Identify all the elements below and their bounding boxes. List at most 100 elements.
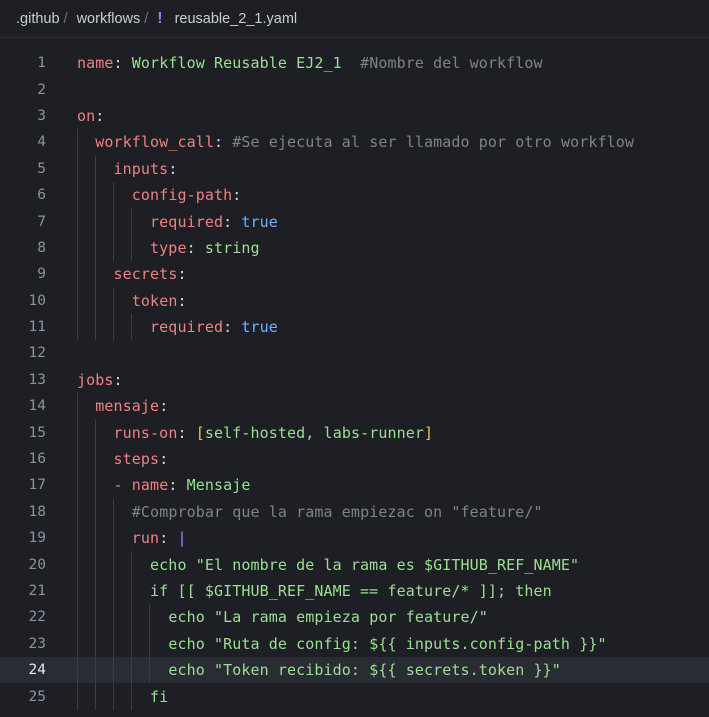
code-token: Workflow Reusable EJ2_1	[131, 54, 342, 73]
code-token: steps	[113, 450, 160, 469]
breadcrumb-file[interactable]: reusable_2_1.yaml	[175, 11, 298, 27]
breadcrumb-separator: /	[63, 10, 68, 27]
code-line[interactable]: 19 run: |	[0, 525, 709, 552]
code-token: :	[177, 265, 187, 284]
code-line[interactable]: 4 workflow_call: #Se ejecuta al ser llam…	[0, 129, 709, 156]
code-text: config-path:	[77, 186, 241, 204]
code-line[interactable]: 22 echo "La rama empieza por feature/"	[0, 604, 709, 631]
code-line[interactable]: 6 config-path:	[0, 181, 709, 209]
line-number: 23	[28, 635, 46, 652]
code-line[interactable]: 7 required: true	[0, 208, 709, 235]
code-token: true	[241, 212, 278, 231]
code-token: fi	[150, 687, 169, 706]
code-token: :	[113, 370, 123, 389]
code-line[interactable]: 18 #Comprobar que la rama empiezac on "f…	[0, 498, 709, 526]
code-line[interactable]: 3 on:	[0, 103, 709, 129]
code-line[interactable]: 25 fi	[0, 683, 709, 710]
code-token: mensaje	[95, 397, 160, 416]
code-token: echo "Token recibido: ${{ secrets.token …	[168, 661, 561, 680]
code-line[interactable]: 24 echo "Token recibido: ${{ secrets.tok…	[0, 656, 709, 684]
breadcrumb-github[interactable]: .github	[16, 11, 60, 27]
code-text: workflow_call: #Se ejecuta al ser llamad…	[77, 133, 634, 151]
code-token: :	[177, 291, 187, 310]
code-text: jobs:	[77, 371, 123, 389]
code-text: mensaje:	[77, 397, 168, 415]
line-number: 18	[28, 503, 46, 520]
code-token: echo "Ruta de config: ${{ inputs.config-…	[168, 634, 607, 653]
code-token: :	[177, 423, 196, 442]
code-token: name	[131, 476, 169, 495]
code-token: jobs	[77, 370, 114, 389]
code-line[interactable]: 14 mensaje:	[0, 393, 709, 420]
breadcrumb-workflows[interactable]: workflows	[77, 11, 141, 27]
line-number: 11	[28, 319, 46, 336]
code-token: :	[232, 186, 242, 205]
line-number: 8	[37, 239, 46, 256]
code-line[interactable]: 21 if [[ $GITHUB_REF_NAME == feature/* ]…	[0, 577, 709, 605]
code-line[interactable]: 2	[0, 76, 709, 102]
code-token: :	[168, 159, 178, 178]
code-token: :	[168, 476, 187, 495]
code-line[interactable]: 20 echo "El nombre de la rama es $GITHUB…	[0, 551, 709, 578]
code-line[interactable]: 11 required: true	[0, 313, 709, 341]
code-line[interactable]: 16 steps:	[0, 445, 709, 473]
code-editor[interactable]: 1 name: Workflow Reusable EJ2_1 #Nombre d…	[0, 38, 709, 710]
code-line[interactable]: 9 secrets:	[0, 261, 709, 288]
code-token: workflow_call	[95, 133, 214, 152]
code-token: type	[150, 238, 187, 257]
code-text: required: true	[77, 318, 278, 336]
code-line[interactable]: 5 inputs:	[0, 155, 709, 182]
code-text: fi	[77, 688, 168, 706]
code-token: name	[77, 54, 114, 73]
code-text: secrets:	[77, 265, 187, 283]
line-number: 19	[28, 530, 46, 547]
code-token: :	[223, 318, 242, 337]
code-text: echo "Token recibido: ${{ secrets.token …	[77, 661, 561, 679]
code-text: if [[ $GITHUB_REF_NAME == feature/* ]]; …	[77, 582, 552, 600]
code-text: name: Workflow Reusable EJ2_1 #Nombre de…	[77, 54, 543, 72]
code-text: inputs:	[77, 159, 178, 178]
code-text: required: true	[77, 213, 278, 231]
code-token: :	[223, 212, 242, 231]
code-token: required	[150, 212, 224, 231]
line-number: 25	[28, 688, 46, 705]
code-token: #Se ejecuta al ser llamado por otro work…	[232, 133, 634, 152]
code-line[interactable]: 8 type: string	[0, 234, 709, 262]
yaml-file-icon: !	[157, 9, 163, 27]
code-text: run: |	[77, 529, 187, 547]
code-token: on	[77, 106, 96, 125]
code-line[interactable]: 17 - name: Mensaje	[0, 472, 709, 499]
code-text: echo "El nombre de la rama es $GITHUB_RE…	[77, 556, 579, 574]
code-text: - name: Mensaje	[77, 476, 251, 494]
code-line[interactable]: 15 runs-on: [self-hosted, labs-runner]	[0, 419, 709, 446]
code-line[interactable]: 12	[0, 340, 709, 366]
code-line[interactable]: 10 token:	[0, 287, 709, 314]
line-number: 1	[37, 55, 46, 72]
code-line[interactable]: 23 echo "Ruta de config: ${{ inputs.conf…	[0, 630, 709, 657]
code-line[interactable]: 1 name: Workflow Reusable EJ2_1 #Nombre d…	[0, 50, 709, 76]
code-token: ]	[424, 423, 434, 442]
line-number: 21	[28, 583, 46, 599]
line-number: 2	[37, 81, 46, 98]
code-token: required	[150, 318, 224, 337]
line-number: 24	[28, 662, 46, 679]
code-line[interactable]: 13 jobs:	[0, 367, 709, 393]
line-number: 14	[28, 398, 46, 415]
code-text: steps:	[77, 450, 169, 469]
code-token: Mensaje	[186, 476, 251, 495]
